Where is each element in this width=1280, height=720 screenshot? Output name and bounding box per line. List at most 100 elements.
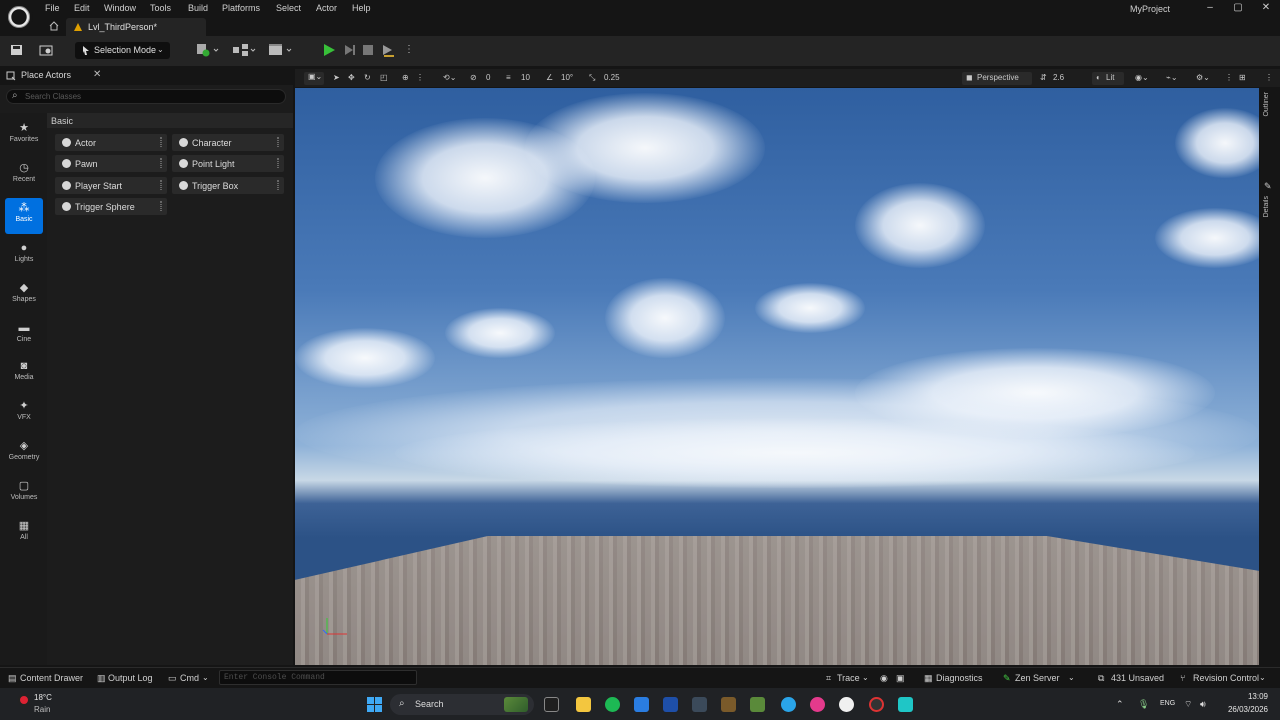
diagnostics-button[interactable]: Diagnostics [936, 673, 983, 683]
clock-date[interactable]: 26/03/2026 [1228, 705, 1268, 714]
scale-snap-icon[interactable]: ⤡ [589, 73, 595, 83]
unsaved-button[interactable]: 431 Unsaved [1111, 673, 1164, 683]
music-app-icon[interactable] [810, 697, 825, 712]
app-icon[interactable] [692, 697, 707, 712]
category-basic[interactable]: ⁂ Basic [5, 198, 43, 234]
cinematics-icon[interactable] [268, 43, 294, 57]
category-geometry[interactable]: ◈ Geometry [5, 436, 43, 472]
task-view-icon[interactable] [544, 697, 559, 712]
camera-speed-value[interactable]: 2.6 [1053, 73, 1064, 82]
menu-platforms[interactable]: Platforms [222, 3, 260, 13]
content-drawer-button[interactable]: Content Drawer [20, 673, 83, 683]
stop-icon[interactable] [362, 44, 374, 56]
maximize-icon[interactable]: ▢ [1230, 2, 1246, 14]
close-window-icon[interactable]: ✕ [1258, 2, 1274, 14]
level-tab[interactable]: Lvl_ThirdPerson* [66, 18, 206, 36]
settings-gear-icon[interactable]: ⚙⌄ [1196, 73, 1210, 82]
perspective-dropdown[interactable]: ◼ Perspective [962, 72, 1032, 85]
output-log-button[interactable]: Output Log [108, 673, 153, 683]
cmd-dropdown[interactable]: Cmd [180, 673, 199, 683]
add-actor-icon[interactable] [196, 43, 220, 57]
play-advance-icon[interactable] [344, 44, 356, 56]
actor-item-point-light[interactable]: Point Light [172, 155, 284, 172]
weather-temperature[interactable]: 18°C [34, 693, 52, 702]
realtime-icon[interactable]: ⌁⌄ [1166, 73, 1178, 82]
camera-speed-icon[interactable]: ⇵ [1040, 73, 1047, 82]
menu-tools[interactable]: Tools [150, 3, 171, 13]
rotation-snap-value[interactable]: 10° [561, 73, 573, 82]
snap-count-0[interactable]: 0 [486, 73, 490, 82]
menu-select[interactable]: Select [276, 3, 301, 13]
rotate-tool-icon[interactable]: ↻ [364, 73, 371, 82]
windows-start-icon[interactable] [367, 697, 383, 713]
outliner-tab[interactable]: Outliner [1263, 92, 1270, 117]
lit-dropdown[interactable]: ◐ Lit [1092, 72, 1124, 85]
translate-tool-icon[interactable]: ✥ [348, 73, 355, 82]
spotify-icon[interactable] [605, 697, 620, 712]
wifi-icon[interactable]: ⌔ [1184, 699, 1192, 710]
category-all[interactable]: ▦ All [5, 516, 43, 552]
zen-server-button[interactable]: Zen Server [1015, 673, 1060, 683]
unreal-engine-icon[interactable] [839, 697, 854, 712]
scale-tool-icon[interactable]: ◰ [380, 73, 388, 82]
more-options-icon[interactable]: ⋮ [404, 44, 414, 55]
weather-description[interactable]: Rain [34, 705, 50, 714]
category-shapes[interactable]: ◆ Shapes [5, 278, 43, 314]
snap-icon[interactable]: ⊘ [470, 73, 477, 82]
rotation-snap-icon[interactable]: ∠ [546, 73, 553, 82]
weather-icon[interactable] [18, 694, 30, 706]
category-vfx[interactable]: ✦ VFX [5, 396, 43, 432]
unreal-logo-icon[interactable] [5, 3, 33, 31]
volume-icon[interactable]: 🔊︎ [1200, 699, 1206, 710]
layout-icon[interactable]: ⊞ [1239, 73, 1246, 82]
eject-icon[interactable] [381, 43, 395, 57]
category-volumes[interactable]: ▢ Volumes [5, 476, 43, 512]
clock-time[interactable]: 13:09 [1248, 692, 1268, 701]
more-right-icon[interactable]: ⋮ [1265, 73, 1273, 82]
actor-item-actor[interactable]: Actor [55, 134, 167, 151]
teal-app-icon[interactable] [898, 697, 913, 712]
search-classes-input[interactable] [25, 91, 275, 102]
taskbar-search[interactable]: ⌕ Search [390, 694, 534, 715]
level-viewport[interactable] [295, 88, 1259, 665]
actor-item-trigger-sphere[interactable]: Trigger Sphere [55, 198, 167, 215]
category-lights[interactable]: ● Lights [5, 238, 43, 274]
menu-build[interactable]: Build [188, 3, 208, 13]
scale-snap-value[interactable]: 0.25 [604, 73, 620, 82]
blueprints-icon[interactable] [232, 43, 258, 57]
category-recent[interactable]: ◷ Recent [5, 158, 43, 194]
menu-actor[interactable]: Actor [316, 3, 337, 13]
microphone-icon[interactable]: 🎙︎ [1138, 699, 1149, 710]
app-notification-icon[interactable] [869, 697, 884, 712]
menu-edit[interactable]: Edit [74, 3, 90, 13]
record-icon[interactable]: ◉ [880, 673, 888, 684]
surface-snap-icon[interactable]: ⟲⌄ [443, 73, 456, 82]
details-tab[interactable]: Details [1263, 196, 1270, 217]
minecraft-icon[interactable] [721, 697, 736, 712]
selection-mode-dropdown[interactable]: Selection Mode ⌄ [75, 42, 170, 59]
grid-snap-value[interactable]: 10 [521, 73, 530, 82]
viewport-options-icon[interactable]: ▣⌄ [304, 72, 324, 85]
category-media[interactable]: ◙ Media [5, 356, 43, 392]
show-flags-icon[interactable]: ◉⌄ [1135, 73, 1149, 82]
cube-app-icon[interactable] [634, 697, 649, 712]
menu-file[interactable]: File [45, 3, 60, 13]
console-command-input[interactable] [224, 672, 414, 683]
category-cine[interactable]: ▬ Cine [5, 318, 43, 354]
world-space-icon[interactable]: ⊕ [402, 73, 409, 82]
grid-snap-icon[interactable]: ≡ [506, 73, 511, 82]
actor-item-player-start[interactable]: Player Start [55, 177, 167, 194]
screenshot-icon[interactable]: ▣ [896, 673, 905, 684]
chrome-icon[interactable] [781, 697, 796, 712]
content-browser-icon[interactable] [39, 44, 53, 56]
select-tool-icon[interactable]: ➤ [333, 73, 340, 82]
store-icon[interactable] [663, 697, 678, 712]
save-icon[interactable] [10, 44, 23, 56]
menu-window[interactable]: Window [104, 3, 136, 13]
actor-item-trigger-box[interactable]: Trigger Box [172, 177, 284, 194]
home-icon[interactable] [49, 21, 59, 31]
play-icon[interactable] [324, 44, 335, 56]
more-viewport-icon[interactable]: ⋮ [1225, 73, 1233, 82]
more-icon[interactable]: ⋮ [416, 73, 424, 82]
category-favorites[interactable]: ★ Favorites [5, 118, 43, 154]
